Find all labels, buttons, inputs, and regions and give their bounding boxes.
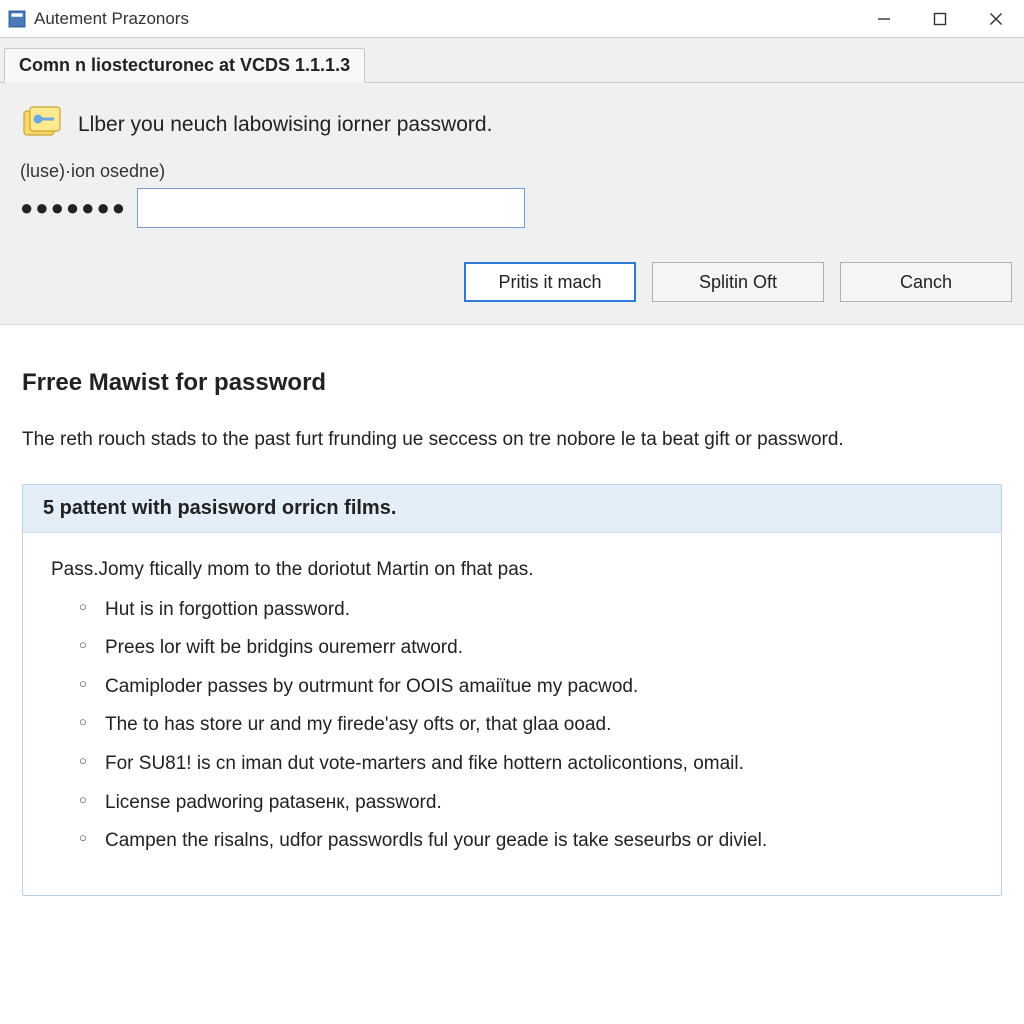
info-box-lead: Pass.Jomy ftically mom to the doriotut M… [51, 559, 973, 581]
prompt-row: Llber you neuch labowising iorner passwo… [0, 83, 1024, 161]
info-list: Hut is in forgottion password. Prees lor… [51, 597, 973, 855]
list-item: License padworing pataseнк, password. [79, 790, 973, 817]
content-panel: Frree Mawist for password The reth rouch… [0, 325, 1024, 918]
list-item: Hut is in forgottion password. [79, 597, 973, 624]
window-controls [856, 0, 1024, 37]
info-box-body: Pass.Jomy ftically mom to the doriotut M… [23, 533, 1001, 895]
info-box: 5 pattent with pasisword orricn films. P… [22, 484, 1002, 896]
titlebar: Autement Prazonors [0, 0, 1024, 38]
password-mask: ●●●●●●● [20, 195, 127, 221]
list-item: Prees lor wift be bridgins ouremerr atwo… [79, 635, 973, 662]
tab-row: Comn n liostecturonec at VCDS 1.1.1.3 [0, 38, 1024, 83]
dialog-panel: Comn n liostecturonec at VCDS 1.1.1.3 Ll… [0, 38, 1024, 325]
maximize-button[interactable] [912, 0, 968, 37]
close-button[interactable] [968, 0, 1024, 37]
window-title: Autement Prazonors [34, 9, 856, 29]
button-row: Pritis it mach Splitin Oft Canch [0, 228, 1024, 302]
split-button[interactable]: Splitin Oft [652, 262, 824, 302]
password-input[interactable] [137, 188, 525, 228]
key-icon [20, 103, 64, 147]
info-box-header: 5 pattent with pasisword orricn films. [23, 485, 1001, 533]
app-icon [8, 10, 26, 28]
content-intro: The reth rouch stads to the past furt fr… [22, 427, 1002, 454]
cancel-button[interactable]: Canch [840, 262, 1012, 302]
prompt-text: Llber you neuch labowising iorner passwo… [78, 113, 492, 137]
minimize-button[interactable] [856, 0, 912, 37]
password-label: (luse)·ion osedne) [0, 161, 1024, 188]
list-item: The to has store ur and my firede'asy of… [79, 712, 973, 739]
list-item: For SU81! is cn iman dut vote-marters an… [79, 751, 973, 778]
list-item: Campen the risalns, udfor passwordls ful… [79, 828, 973, 855]
content-heading: Frree Mawist for password [22, 369, 1002, 397]
submit-button[interactable]: Pritis it mach [464, 262, 636, 302]
tab-main[interactable]: Comn n liostecturonec at VCDS 1.1.1.3 [4, 48, 365, 83]
list-item: Camiploder passes by outrmunt for OOIS a… [79, 674, 973, 701]
password-row: ●●●●●●● [0, 188, 1024, 228]
